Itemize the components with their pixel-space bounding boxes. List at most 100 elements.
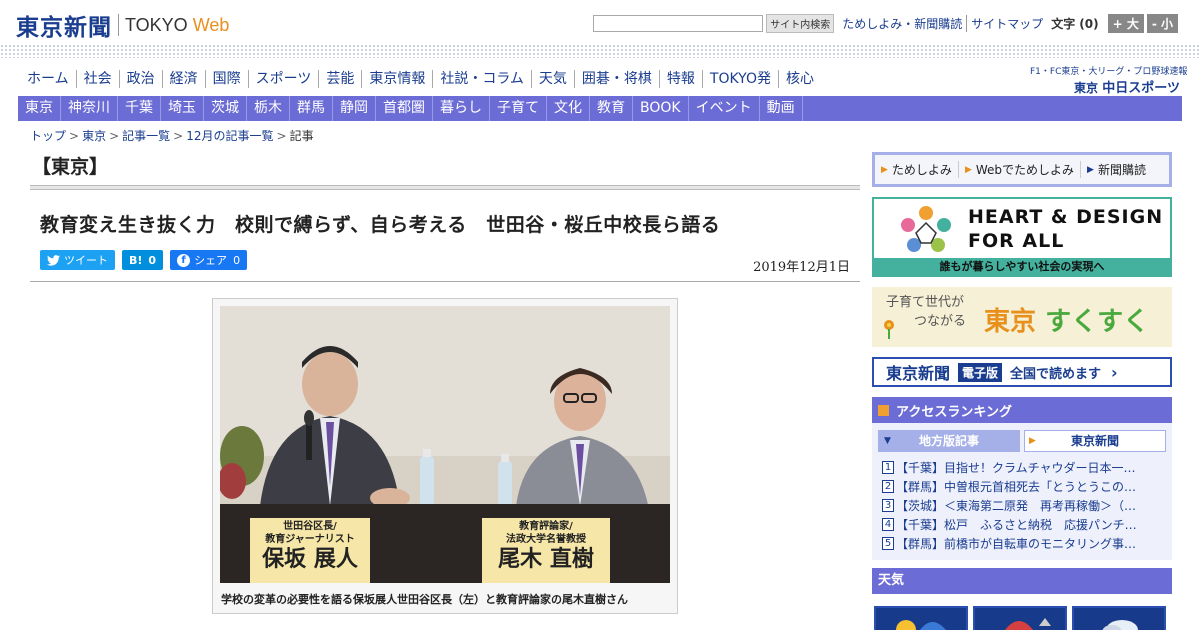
region-tochigi[interactable]: 栃木 [247,96,290,121]
ranking-item[interactable]: 3 【茨城】＜東海第二原発 再考再稼働＞（… [882,496,1166,515]
breadcrumb-month-list[interactable]: 12月の記事一覧 [186,129,273,143]
site-search-input[interactable] [593,15,764,32]
nav-international[interactable]: 国際 [206,70,249,88]
tokyo-sukusuku-banner[interactable]: 子育て世代が つながる 東京 すくすく [872,287,1172,347]
heart-design-footer: 誰もが暮らしやすい社会の実現へ [874,258,1170,275]
region-shutoken[interactable]: 首都圏 [376,96,433,121]
region-kanagawa[interactable]: 神奈川 [61,96,118,121]
facebook-share-label: シェア [194,254,228,267]
ranking-tab-tokyo[interactable]: ▶ 東京新聞 [1024,430,1166,452]
weather-tile-cloudy[interactable] [1072,606,1166,630]
region-tokyo[interactable]: 東京 [18,96,61,121]
nav-home[interactable]: ホーム [20,70,77,88]
nav-kakushin[interactable]: 核心 [779,70,821,88]
site-search-button[interactable]: サイト内検索 [766,14,835,33]
sitemap-link[interactable]: サイトマップ [967,15,1047,32]
rank-number: 3 [882,499,894,512]
triangle-right-icon: ▶ [881,164,888,175]
ranking-item[interactable]: 4 【千葉】松戸 ふるさと納税 応援パンチ… [882,515,1166,534]
placard-right: 教育評論家/ 法政大学名誉教授 尾木 直樹 [482,520,610,574]
trial-subscribe-link[interactable]: ためしよみ・新聞購読 [838,15,968,32]
facebook-share-button[interactable]: f シェア 0 [170,250,248,270]
region-saitama[interactable]: 埼玉 [161,96,204,121]
topic-book[interactable]: BOOK [633,96,689,121]
nav-editorial[interactable]: 社説・コラム [433,70,532,88]
triangle-right-icon: ▶ [1029,436,1036,446]
subscribe-label: 新聞購読 [1097,163,1146,177]
ranking-tab-tokyo-label: 東京新聞 [1070,434,1119,448]
ranking-tab-local[interactable]: ▼ 地方版記事 [878,430,1020,452]
nav-entertainment[interactable]: 芸能 [319,70,363,88]
nav-sports[interactable]: スポーツ [249,70,320,88]
rank-number: 2 [882,480,894,493]
sukusuku-logo: 東京 すくすく [984,301,1149,338]
e-edition-text: 全国で読めます [1010,366,1102,382]
trial-read-tab[interactable]: ▶ ためしよみ [875,161,959,178]
weather-tile-rain[interactable] [973,606,1067,630]
nav-politics[interactable]: 政治 [120,70,163,88]
ranking-item[interactable]: 5 【群馬】前橋市が自転車のモニタリング事… [882,534,1166,553]
placard-right-title-1: 教育評論家/ [519,521,573,532]
nav-go-shogi[interactable]: 囲碁・将棋 [575,70,660,88]
chevron-right-icon: › [1111,362,1118,382]
breadcrumb-article-list[interactable]: 記事一覧 [122,129,170,143]
subscription-tabs: ▶ ためしよみ ▶ Webでためしよみ ▶ 新聞購読 [872,152,1172,187]
chunichi-sports-banner[interactable]: F1・FC東京・大リーグ・プロ野球速報 東京 中日スポーツ [1030,64,1187,96]
weather-tile-sunny[interactable] [874,606,968,630]
region-ibaraki[interactable]: 茨城 [204,96,247,121]
nav-society[interactable]: 社会 [77,70,120,88]
font-larger-button[interactable]: + 大 [1107,14,1144,33]
nav-tokyo-info[interactable]: 東京情報 [362,70,434,88]
heart-design-title: HEART & DESIGN FOR ALL [968,205,1163,253]
ranking-tab-local-label: 地方版記事 [918,434,979,448]
ranking-item[interactable]: 1 【千葉】目指せ！クラムチャウダー日本一… [882,458,1166,477]
trial-read-label: ためしよみ [891,163,952,177]
topic-event[interactable]: イベント [689,96,760,121]
placard-left-title-1: 世田谷区長/ [283,521,337,532]
placard-right-title-2: 法政大学名誉教授 [506,534,586,545]
placard-right-name: 尾木 直樹 [498,547,594,572]
triangle-down-icon: ▼ [884,436,891,446]
sukusuku-tokyo: 東京 [984,307,1037,337]
topic-video[interactable]: 動画 [760,96,803,121]
region-gunma[interactable]: 群馬 [290,96,333,121]
cloud-icon [1102,620,1138,630]
placard-left-name: 保坂 展人 [262,547,358,572]
region-chiba[interactable]: 千葉 [118,96,161,121]
flower-icon [884,320,894,339]
site-logo[interactable]: 東京新聞 TOKYO Web [16,8,229,42]
article-photo[interactable]: 世田谷区長/ 教育ジャーナリスト 保坂 展人 教育評論家/ 法政大学名誉教授 尾… [220,306,670,583]
breadcrumb-separator: > [69,129,80,143]
breadcrumb: トップ > 東京 > 記事一覧 >12月の記事一覧 > 記事 [30,127,314,144]
hatena-bookmark-button[interactable]: B! 0 [122,250,164,270]
subscribe-tab[interactable]: ▶ 新聞購読 [1081,161,1152,178]
breadcrumb-separator: > [173,129,184,143]
web-trial-label: Webでためしよみ [975,163,1075,177]
font-smaller-button[interactable]: - 小 [1146,14,1178,33]
article-headline: 教育変え生き抜く力 校則で縛らず、自ら考える 世田谷・桜丘中校長ら語る [40,214,721,236]
article-date: 2019年12月1日 [753,260,850,275]
placard-left: 世田谷区長/ 教育ジャーナリスト 保坂 展人 [250,520,370,574]
topic-parenting[interactable]: 子育て [490,96,547,121]
breadcrumb-tokyo[interactable]: 東京 [82,129,106,143]
e-edition-tag: 電子版 [958,362,1003,382]
font-size-count: (0) [1079,16,1099,31]
nav-economy[interactable]: 経済 [163,70,206,88]
facebook-count: 0 [233,253,241,267]
breadcrumb-top[interactable]: トップ [30,129,66,143]
tweet-button[interactable]: ツイート [40,250,115,270]
topic-culture[interactable]: 文化 [547,96,590,121]
nav-tokuho[interactable]: 特報 [660,70,703,88]
heart-design-banner[interactable]: HEART & DESIGN FOR ALL 誰もが暮らしやすい社会の実現へ [872,197,1172,277]
topic-living[interactable]: 暮らし [433,96,490,121]
web-trial-tab[interactable]: ▶ Webでためしよみ [959,161,1082,178]
topic-education[interactable]: 教育 [590,96,633,121]
main-nav: ホーム 社会 政治 経済 国際 スポーツ 芸能 東京情報 社説・コラム 天気 囲… [20,70,821,88]
nav-tokyo-hatsu[interactable]: TOKYO発 [703,70,779,88]
region-shizuoka[interactable]: 静岡 [333,96,376,121]
ranking-item[interactable]: 2 【群馬】中曽根元首相死去「とうとうこの… [882,477,1166,496]
ranking-list: 1 【千葉】目指せ！クラムチャウダー日本一… 2 【群馬】中曽根元首相死去「とうとう… [882,458,1166,553]
e-edition-banner[interactable]: 東京新聞 電子版 全国で読めます › [872,357,1172,387]
nav-weather[interactable]: 天気 [532,70,575,88]
triangle-right-icon: ▶ [964,164,972,175]
